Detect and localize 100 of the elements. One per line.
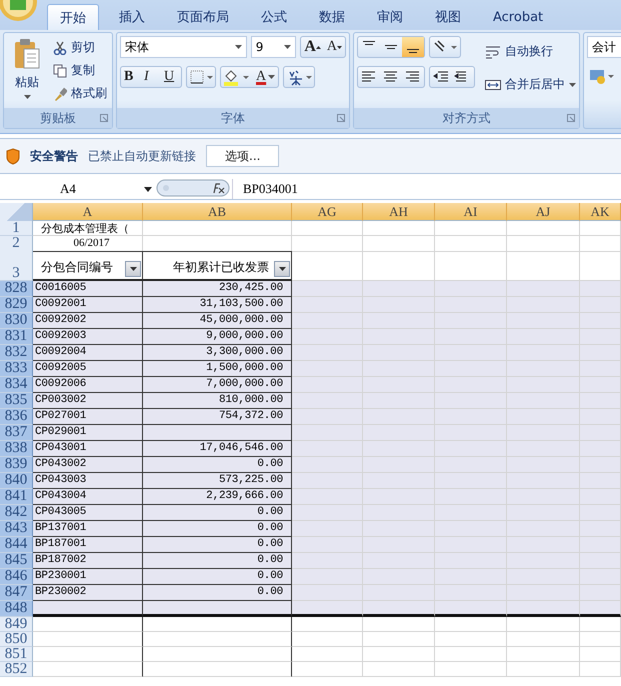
ribbon-tab[interactable]: Acrobat [481, 4, 556, 30]
fx-icon[interactable] [156, 178, 230, 196]
shrink-font-button[interactable]: A [324, 37, 345, 57]
underline-button[interactable]: U [161, 67, 181, 87]
column-header[interactable]: AI [435, 203, 507, 221]
row-header[interactable]: 1 [0, 221, 33, 236]
table-cell [363, 601, 435, 617]
row-header[interactable]: 3 [0, 251, 33, 281]
column-heading: 年初累计已收发票 [173, 259, 269, 276]
name-box[interactable]: A4 [0, 179, 156, 199]
paste-button[interactable]: 粘贴 [7, 36, 47, 105]
copy-button[interactable]: 复制 [51, 61, 109, 80]
row-header[interactable]: 852 [0, 662, 33, 677]
filter-button[interactable] [274, 261, 290, 277]
security-message: 已禁止自动更新链接 [88, 148, 196, 164]
column-header[interactable]: A [33, 203, 143, 221]
table-cell [435, 585, 507, 601]
table-cell [292, 662, 363, 677]
row-header[interactable]: 844 [0, 537, 33, 553]
ribbon-tab[interactable]: 页面布局 [165, 4, 241, 30]
column-header[interactable]: AJ [507, 203, 580, 221]
table-cell [580, 521, 621, 537]
column-header[interactable]: AB [143, 203, 292, 221]
row-header[interactable]: 833 [0, 361, 33, 377]
caret-icon [278, 267, 286, 271]
table-cell [580, 409, 621, 425]
vertical-align-button[interactable] [402, 37, 424, 57]
options-button[interactable]: 选项... [206, 145, 280, 167]
table-cell [435, 617, 507, 632]
table-cell: 3,300,000.00 [143, 345, 292, 361]
table-cell [292, 505, 363, 521]
table-cell [292, 345, 363, 361]
row-header[interactable]: 830 [0, 313, 33, 329]
row-header[interactable]: 835 [0, 393, 33, 409]
caret-icon [569, 82, 576, 86]
format-painter-button[interactable]: 格式刷 [51, 84, 109, 103]
row-header[interactable]: 848 [0, 601, 33, 617]
row-header[interactable]: 2 [0, 236, 33, 252]
table-cell [435, 569, 507, 585]
row-header[interactable]: 829 [0, 297, 33, 313]
row-header[interactable]: 847 [0, 585, 33, 601]
ribbon-tab[interactable]: 数据 [307, 4, 357, 30]
formula-field[interactable]: BP034001 [232, 179, 621, 199]
caret-icon [130, 267, 136, 271]
table-cell: 0.00 [143, 505, 292, 521]
merge-center-button[interactable]: 合并后居中 [483, 75, 578, 94]
row-header[interactable]: 839 [0, 457, 33, 473]
scissors-icon [53, 40, 67, 54]
ribbon-tab[interactable]: 开始 [47, 4, 99, 30]
table-cell [363, 441, 435, 457]
row-header[interactable]: 831 [0, 329, 33, 345]
ribbon-tab[interactable]: 公式 [249, 4, 299, 30]
ribbon-tab[interactable]: 视图 [423, 4, 473, 30]
table-cell: 0.00 [143, 537, 292, 553]
table-cell: 2,239,666.00 [143, 489, 292, 505]
row-header[interactable]: 842 [0, 505, 33, 521]
row-header[interactable]: 850 [0, 632, 33, 647]
grow-font-button[interactable]: A [301, 37, 324, 57]
table-cell [580, 489, 621, 505]
row-header[interactable]: 836 [0, 409, 33, 425]
table-cell [292, 425, 363, 441]
ribbon-tab[interactable]: 插入 [107, 4, 157, 30]
row-header[interactable]: 828 [0, 281, 33, 297]
row-header[interactable]: 841 [0, 489, 33, 505]
font-name-field[interactable]: 宋体 [120, 36, 247, 58]
filter-button[interactable] [125, 261, 141, 277]
table-cell [580, 617, 621, 632]
bold-button[interactable]: B [121, 67, 141, 87]
column-header[interactable]: AH [363, 203, 435, 221]
row-header[interactable]: 845 [0, 553, 33, 569]
row-header[interactable]: 846 [0, 569, 33, 585]
table-cell [580, 361, 621, 377]
table-cell: 810,000.00 [143, 393, 292, 409]
row-header[interactable]: 851 [0, 647, 33, 662]
row-header[interactable]: 837 [0, 425, 33, 441]
number-format-field[interactable]: 会计 [587, 36, 621, 58]
table-cell: C0092005 [33, 361, 143, 377]
table-cell [292, 632, 363, 647]
row-header[interactable]: 832 [0, 345, 33, 361]
row-header[interactable]: 838 [0, 441, 33, 457]
cut-button[interactable]: 剪切 [51, 38, 109, 57]
table-cell [292, 457, 363, 473]
column-header[interactable]: AK [580, 203, 621, 221]
align-icon [407, 49, 419, 53]
row-header[interactable]: 840 [0, 473, 33, 489]
table-cell [435, 632, 507, 647]
row-header[interactable]: 834 [0, 377, 33, 393]
italic-button[interactable]: I [141, 67, 161, 87]
table-cell: C0092001 [33, 297, 143, 313]
table-cell [363, 377, 435, 393]
row-header[interactable]: 843 [0, 521, 33, 537]
font-size-field[interactable]: 9 [250, 36, 296, 58]
ribbon-tab[interactable]: 审阅 [365, 4, 415, 30]
wrap-text-button[interactable]: 自动换行 [483, 42, 578, 61]
column-header[interactable]: AG [292, 203, 363, 221]
row-header[interactable]: 849 [0, 617, 33, 632]
table-cell [435, 221, 507, 236]
table-cell [580, 601, 621, 617]
table-cell [580, 425, 621, 441]
table-cell [292, 489, 363, 505]
